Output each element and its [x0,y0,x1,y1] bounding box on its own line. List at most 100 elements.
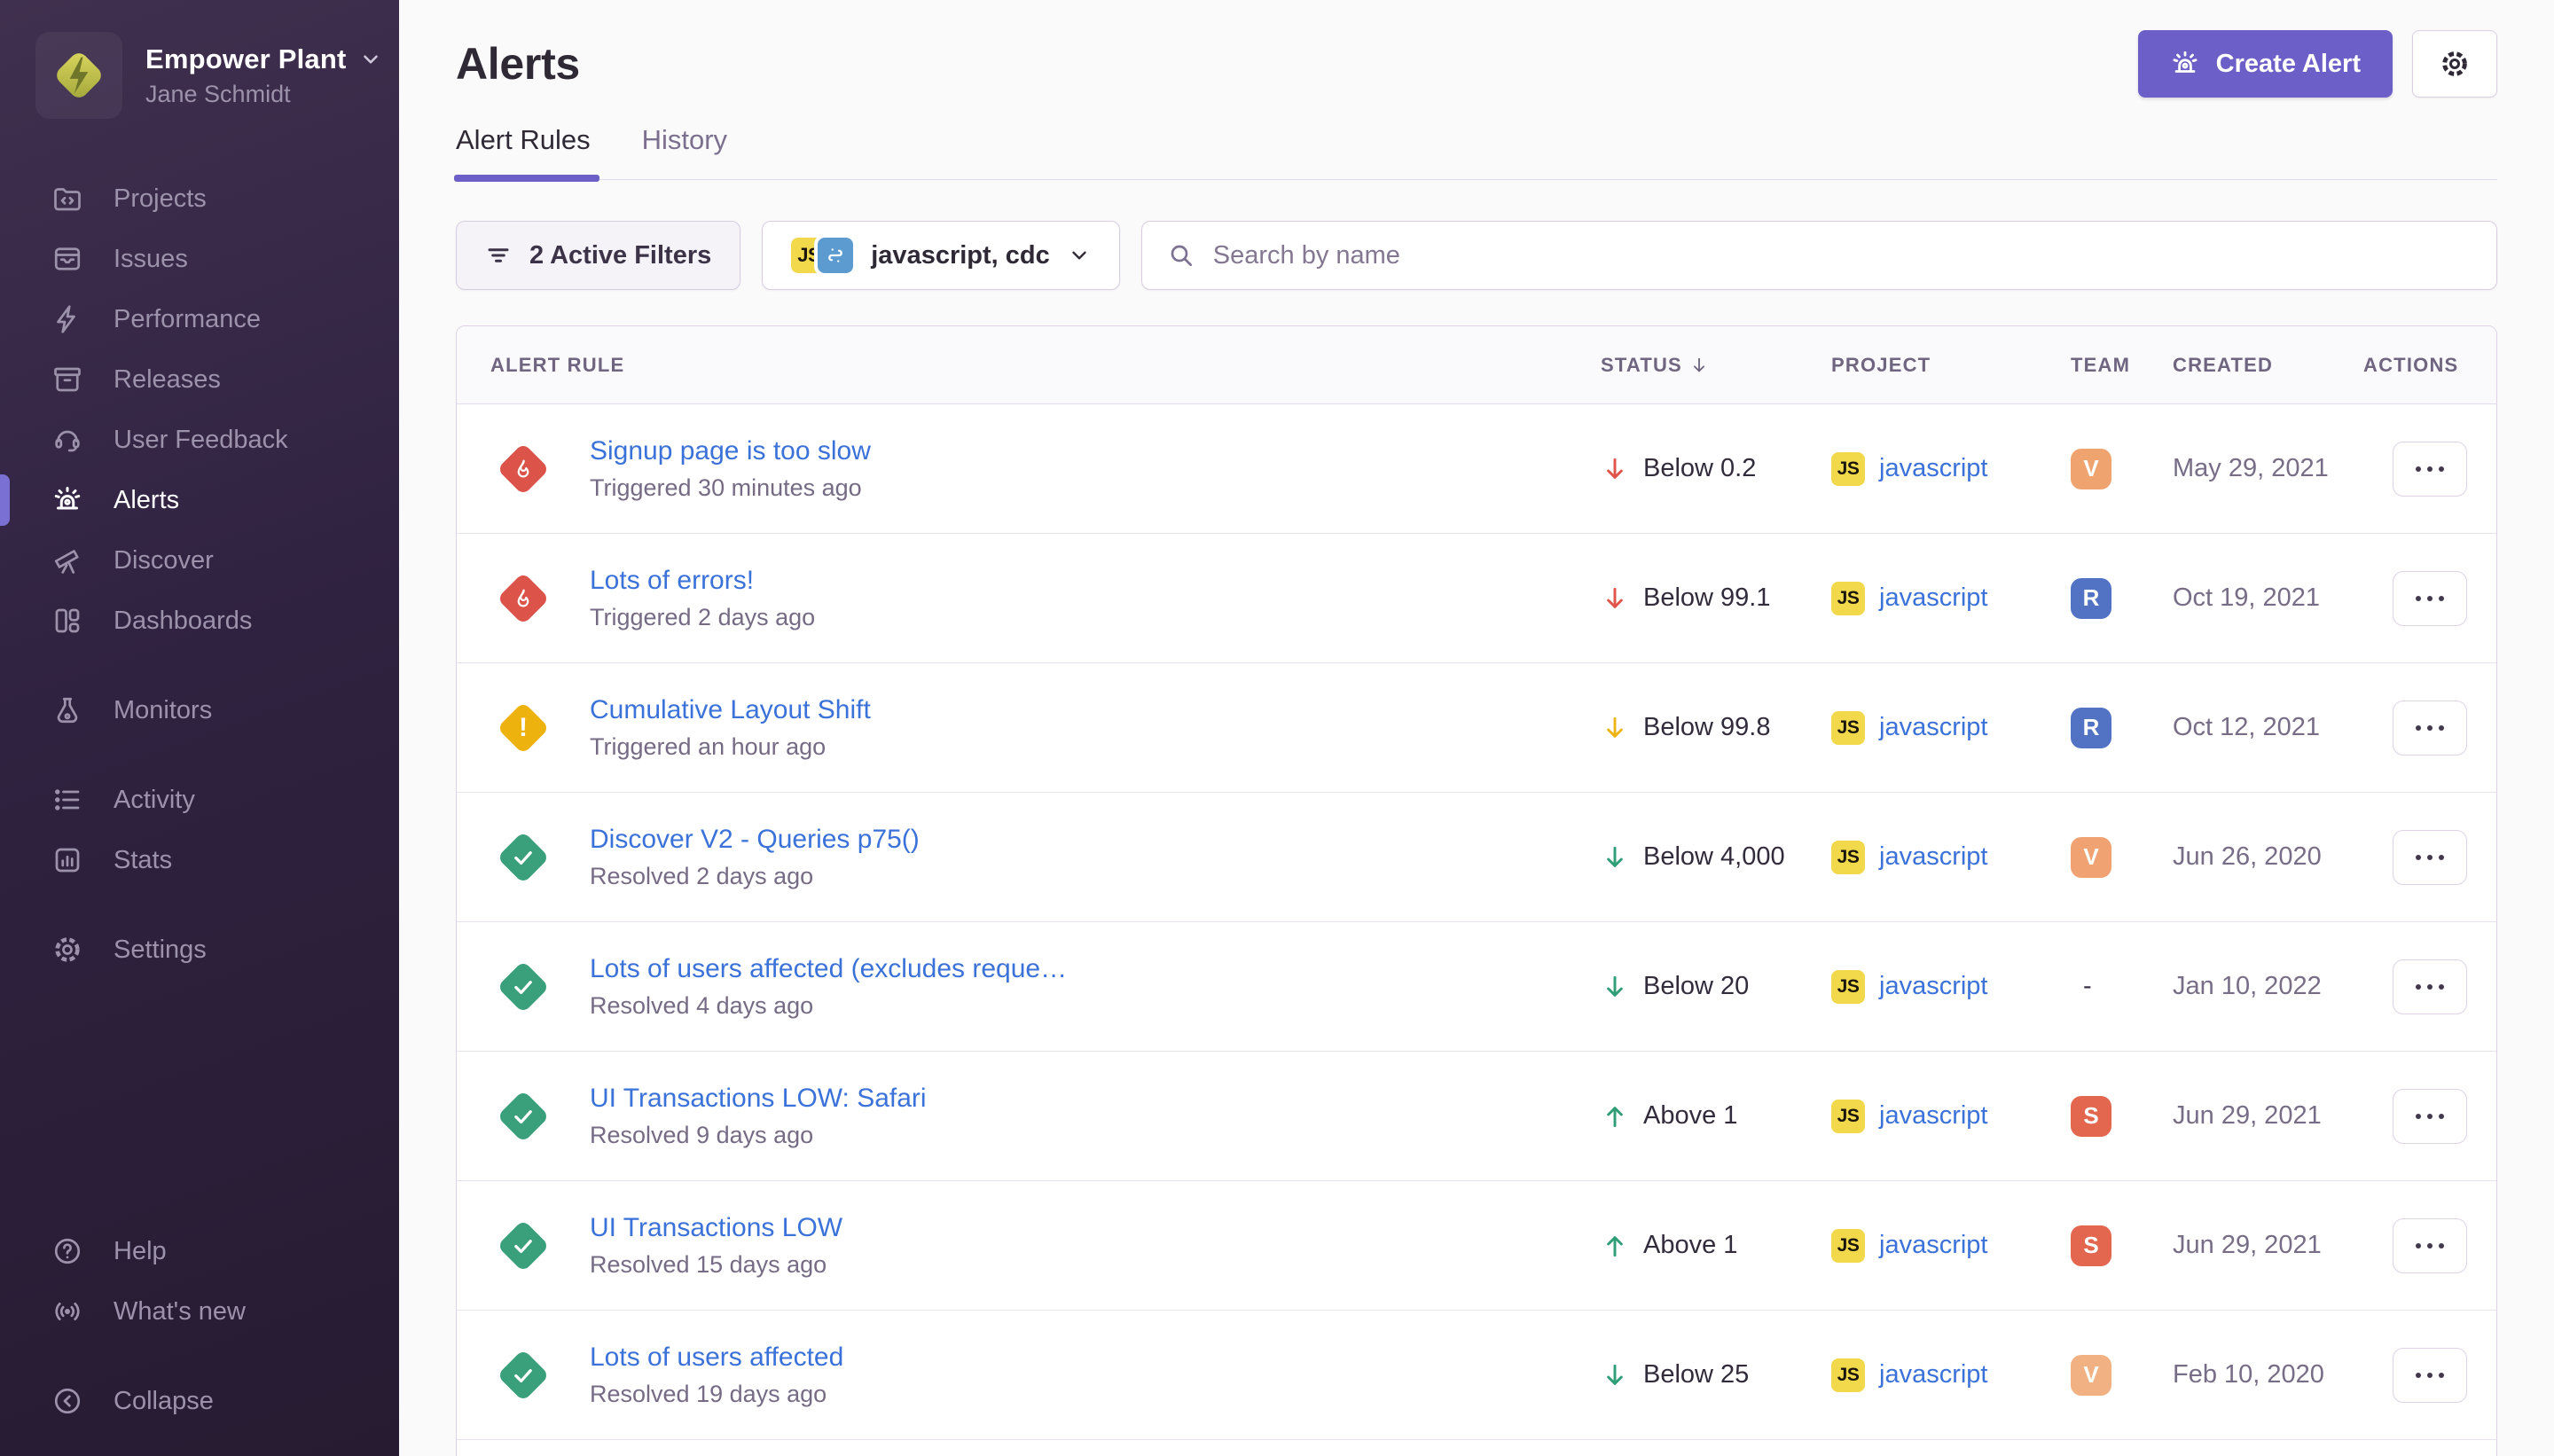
column-header-team[interactable]: Team [2071,354,2173,377]
row-actions-button[interactable] [2393,1218,2467,1273]
row-actions-button[interactable] [2393,1348,2467,1403]
alert-rule-link[interactable]: Lots of errors! [590,566,815,596]
table-row: ! Signup page is too slow Triggered 30 m… [457,404,2496,534]
status-arrow-icon [1601,843,1629,872]
project-link[interactable]: javascript [1879,842,1988,872]
row-actions-button[interactable] [2393,571,2467,626]
project-link[interactable]: javascript [1879,583,1988,613]
telescope-icon [50,543,85,578]
row-actions-button[interactable] [2393,1089,2467,1144]
inbox-stack-icon [50,241,85,277]
row-actions-button[interactable] [2393,830,2467,885]
check-icon [511,975,536,999]
sidebar-nav-main: Projects Issues Performance Releases Use… [0,168,399,651]
javascript-logo-icon: JS [1831,582,1865,615]
project-link[interactable]: javascript [1879,1231,1988,1260]
alert-rule-link[interactable]: UI Transactions LOW: Safari [590,1084,927,1114]
column-header-status[interactable]: Status [1601,354,1831,377]
alert-rule-cell: ! Lots of errors! Triggered 2 days ago [457,566,1601,631]
team-cell: V [2071,1355,2173,1396]
sidebar-item-projects[interactable]: Projects [0,168,399,229]
project-cell: JS javascript [1831,452,2071,486]
team-badge: S [2071,1096,2111,1137]
status-cell: Below 4,000 [1601,842,1831,872]
alert-rule-link[interactable]: Cumulative Layout Shift [590,695,871,725]
sidebar-item-label: Activity [114,786,195,815]
sidebar-nav-meta: Activity Stats [0,770,399,890]
status-arrow-icon [1601,1102,1629,1131]
sidebar-item-alerts[interactable]: Alerts [0,470,399,530]
sidebar-item-label: User Feedback [114,426,288,455]
status-cell: Below 20 [1601,972,1831,1001]
team-badge: S [2071,1225,2111,1266]
project-cell: JS javascript [1831,970,2071,1004]
sidebar-item-monitors[interactable]: Monitors [0,680,399,740]
column-header-created[interactable]: Created [2173,354,2363,377]
alert-status-icon: ! [497,701,549,754]
org-switcher[interactable]: Empower Plant Jane Schmidt [0,32,399,119]
alert-rule-cell: ! Lots of users affected (excludes reque… [457,954,1601,1020]
alert-status-icon: ! [497,1349,549,1401]
sidebar-item-stats[interactable]: Stats [0,830,399,890]
sidebar-item-issues[interactable]: Issues [0,229,399,289]
created-cell: Oct 12, 2021 [2173,713,2363,742]
active-filters-label: 2 Active Filters [529,241,711,270]
sidebar-item-performance[interactable]: Performance [0,289,399,349]
project-link[interactable]: javascript [1879,1360,1988,1389]
status-arrow-icon [1601,1361,1629,1389]
status-cell: Below 99.8 [1601,713,1831,742]
row-actions-button[interactable] [2393,701,2467,755]
sidebar-item-discover[interactable]: Discover [0,530,399,591]
sidebar-item-help[interactable]: Help [0,1221,399,1281]
sidebar-item-activity[interactable]: Activity [0,770,399,830]
row-actions-button[interactable] [2393,442,2467,497]
status-threshold: Below 25 [1643,1360,1749,1389]
javascript-logo-icon: JS [1831,1229,1865,1263]
project-link[interactable]: javascript [1879,972,1988,1001]
alert-rule-link[interactable]: Lots of users affected (excludes reque… [590,954,1067,984]
column-header-alert-rule[interactable]: Alert Rule [457,354,1601,377]
create-alert-label: Create Alert [2216,50,2361,79]
sidebar-item-releases[interactable]: Releases [0,349,399,410]
search-input[interactable] [1213,241,2472,270]
check-icon [511,845,536,870]
project-cell: JS javascript [1831,582,2071,615]
project-link[interactable]: javascript [1879,454,1988,483]
ellipsis-icon [2416,725,2421,731]
alert-status-icon: ! [497,831,549,883]
created-cell: Jun 29, 2021 [2173,1101,2363,1131]
archive-box-icon [50,362,85,397]
tab-alert-rules[interactable]: Alert Rules [456,124,591,179]
project-link[interactable]: javascript [1879,1101,1988,1131]
sidebar-item-user-feedback[interactable]: User Feedback [0,410,399,470]
project-link[interactable]: javascript [1879,713,1988,742]
active-filters-button[interactable]: 2 Active Filters [456,221,740,290]
status-threshold: Above 1 [1643,1101,1737,1131]
project-selector[interactable]: JS javascript, cdc [762,221,1120,290]
sidebar-item-whats-new[interactable]: What's new [0,1281,399,1342]
alert-rule-link[interactable]: Signup page is too slow [590,436,871,466]
sidebar-item-label: Help [114,1237,167,1266]
row-actions-button[interactable] [2393,959,2467,1014]
create-alert-button[interactable]: Create Alert [2138,30,2393,98]
sidebar-item-collapse[interactable]: Collapse [0,1371,399,1431]
sidebar-item-settings[interactable]: Settings [0,920,399,980]
created-cell: Feb 10, 2020 [2173,1360,2363,1389]
project-cell: JS javascript [1831,711,2071,745]
project-cell: JS javascript [1831,1358,2071,1392]
alert-status-icon: ! [497,1219,549,1272]
team-cell: R [2071,708,2173,748]
tab-history[interactable]: History [642,124,727,179]
alert-rule-link[interactable]: Lots of users affected [590,1342,843,1373]
chevron-down-icon [359,48,382,71]
alert-rule-link[interactable]: UI Transactions LOW [590,1213,842,1243]
lightning-icon [50,301,85,337]
python-logo-icon [818,238,853,273]
column-header-project[interactable]: Project [1831,354,2071,377]
alert-settings-button[interactable] [2412,30,2497,98]
alert-status-icon: ! [497,1090,549,1142]
table-row: ! Lots of users affected Resolved 19 day… [457,1311,2496,1440]
project-platform-icons: JS [791,238,853,273]
alert-rule-link[interactable]: Discover V2 - Queries p75() [590,825,920,855]
sidebar-item-dashboards[interactable]: Dashboards [0,591,399,651]
